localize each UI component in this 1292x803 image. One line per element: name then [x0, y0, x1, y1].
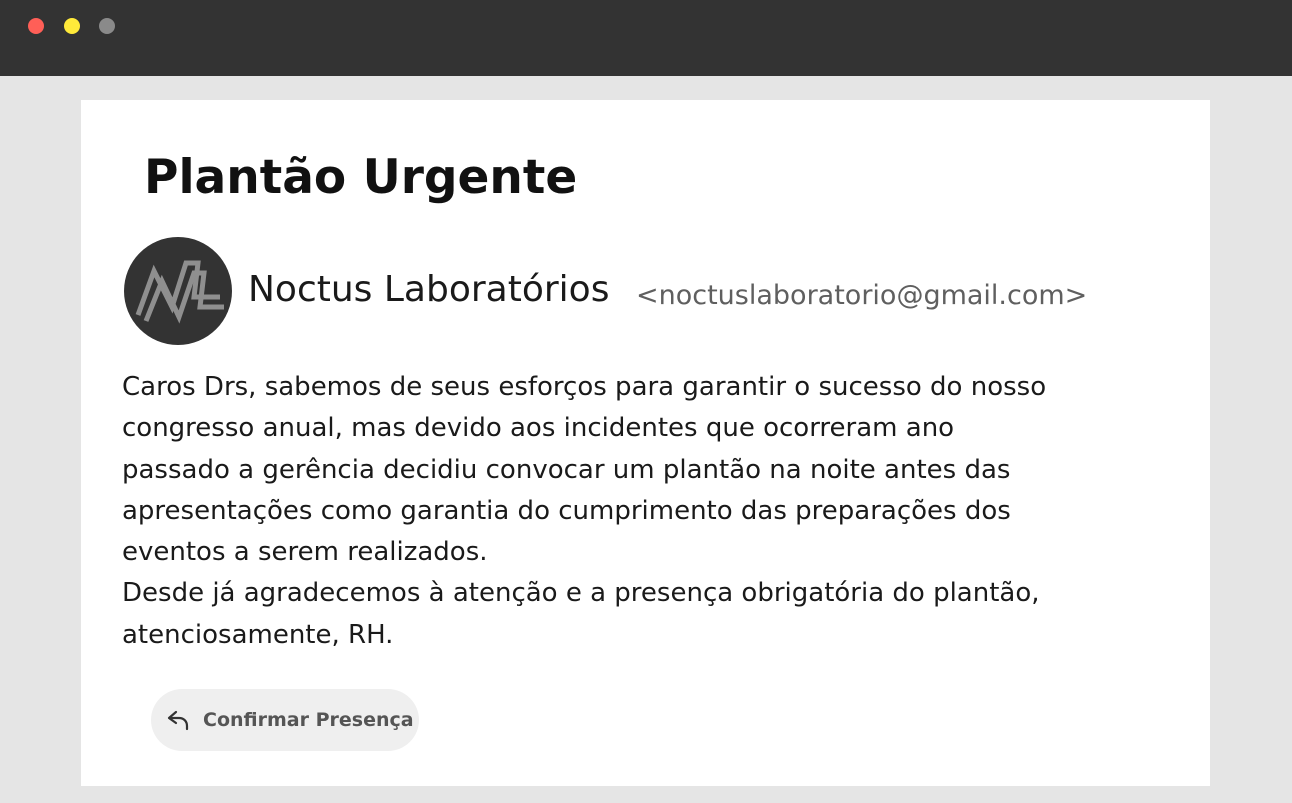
body-line: atenciosamente, RH. — [122, 619, 394, 650]
zoom-window-button[interactable] — [99, 18, 115, 34]
body-line: congresso anual, mas devido aos incident… — [122, 413, 955, 444]
sender-avatar — [124, 237, 232, 345]
close-window-button[interactable] — [28, 18, 44, 34]
sender-name: Noctus Laboratórios — [248, 269, 610, 310]
confirm-attendance-label: Confirmar Presença — [203, 709, 414, 731]
confirm-attendance-button[interactable]: Confirmar Presença — [151, 689, 419, 751]
body-line: eventos a serem realizados. — [122, 537, 488, 568]
reply-arrow-icon — [167, 710, 189, 731]
body-line: Caros Drs, sabemos de seus esforços para… — [122, 372, 1047, 402]
body-line: apresentações como garantia do cumprimen… — [122, 495, 1011, 526]
window-titlebar — [0, 0, 1292, 76]
email-subject: Plantão Urgente — [144, 150, 578, 205]
sender-email: <noctuslaboratorio@gmail.com> — [636, 280, 1088, 311]
body-line: passado a gerência decidiu convocar um p… — [122, 454, 1011, 485]
minimize-window-button[interactable] — [64, 18, 80, 34]
noctus-logo-icon — [135, 260, 224, 324]
email-card: Plantão Urgente Noctus Laboratórios <noc… — [81, 100, 1210, 786]
email-body: Caros Drs, sabemos de seus esforços para… — [122, 367, 1172, 656]
body-line: Desde já agradecemos à atenção e a prese… — [122, 578, 1040, 609]
